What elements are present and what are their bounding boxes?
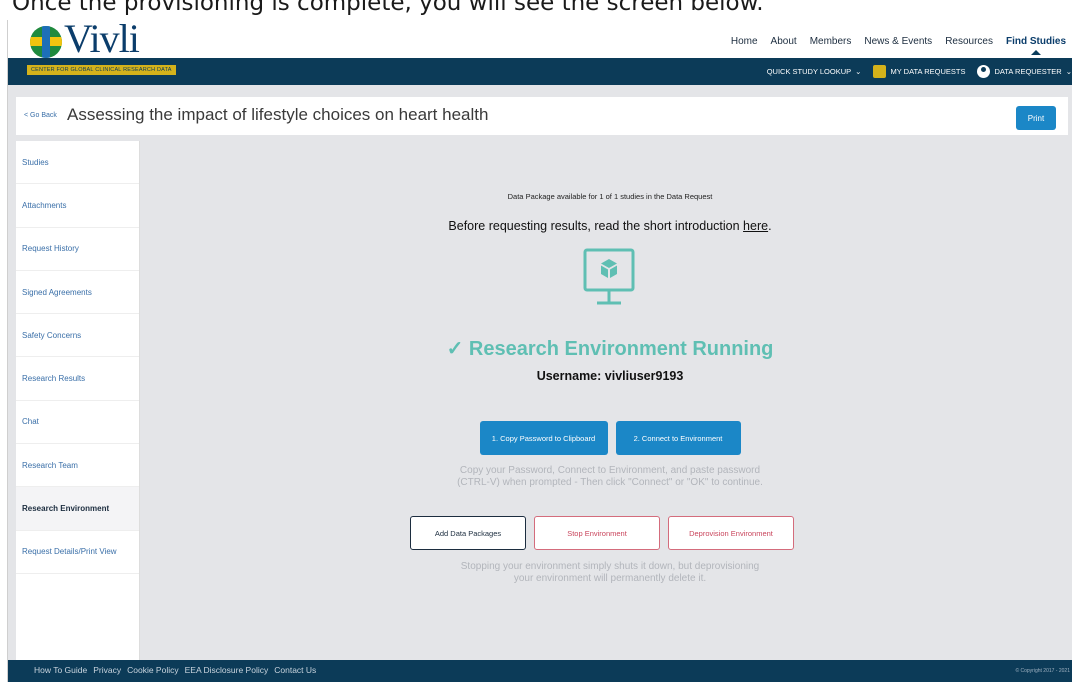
user-avatar-icon (977, 65, 991, 78)
requests-icon (873, 65, 887, 78)
tagline-badge: CENTER FOR GLOBAL CLINICAL RESEARCH DATA (27, 65, 176, 75)
footer-contact-us[interactable]: Contact Us (274, 665, 316, 675)
connect-instructions-line-2: (CTRL-V) when prompted - Then click "Con… (457, 477, 763, 488)
sub-nav: QUICK STUDY LOOKUP ⌄ MY DATA REQUESTS DA… (767, 65, 1072, 78)
data-package-availability: Data Package available for 1 of 1 studie… (507, 192, 713, 201)
quick-study-lookup-label: QUICK STUDY LOOKUP (766, 67, 852, 76)
window-edge (0, 20, 8, 682)
sidebar-item-research-environment[interactable]: Research Environment (16, 487, 139, 531)
main-panel: Data Package available for 1 of 1 studie… (148, 141, 1072, 660)
sidebar-item-request-history[interactable]: Request History (16, 228, 139, 271)
sidebar-item-request-details[interactable]: Request Details/Print View (16, 531, 139, 574)
add-data-packages-button[interactable]: Add Data Packages (410, 516, 526, 550)
connect-instructions: Copy your Password, Connect to Environme… (148, 465, 1072, 489)
top-nav: Home About Members News & Events Resourc… (731, 36, 1066, 55)
nav-find-studies[interactable]: Find Studies (1006, 36, 1066, 55)
sidebar-item-attachments[interactable]: Attachments (16, 184, 139, 228)
connect-button-row: 1. Copy Password to Clipboard 2. Connect… (148, 421, 1072, 455)
username-label: Username: vivliuser9193 (536, 369, 684, 383)
sidebar-item-signed-agreements[interactable]: Signed Agreements (16, 271, 139, 315)
top-header: Vivli Home About Members News & Events R… (8, 16, 1072, 61)
environment-status: ✓ Research Environment Running (446, 338, 774, 360)
stop-instructions-line-1: Stopping your environment simply shuts i… (460, 561, 760, 572)
intro-suffix: . (768, 219, 772, 233)
stop-instructions: Stopping your environment simply shuts i… (148, 561, 1072, 585)
nav-resources[interactable]: Resources (945, 36, 993, 47)
my-data-requests-label: MY DATA REQUESTS (890, 67, 966, 76)
nav-about[interactable]: About (771, 36, 797, 47)
chevron-down-icon: ⌄ (855, 67, 862, 76)
sidebar-item-research-results[interactable]: Research Results (16, 357, 139, 401)
footer: How To Guide Privacy Cookie Policy EEA D… (8, 660, 1072, 682)
monitor-icon (583, 248, 635, 305)
copyright-text: © Copyright 2017 - 2021 (1015, 668, 1070, 674)
chevron-down-icon: ⌄ (1065, 67, 1072, 76)
footer-how-to-guide[interactable]: How To Guide (34, 665, 87, 675)
quick-study-lookup-menu[interactable]: QUICK STUDY LOOKUP ⌄ (767, 67, 862, 76)
request-title-bar: < Go Back Assessing the impact of lifest… (16, 97, 1068, 135)
caption-text: Once the provisioning is complete, you w… (12, 0, 764, 16)
environment-actions-row: Add Data Packages Stop Environment Depro… (148, 516, 1072, 550)
footer-privacy[interactable]: Privacy (93, 665, 121, 675)
print-button[interactable]: Print (1016, 106, 1056, 130)
sidebar-item-chat[interactable]: Chat (16, 401, 139, 445)
sidebar-item-research-team[interactable]: Research Team (16, 444, 139, 488)
sidebar-item-safety-concerns[interactable]: Safety Concerns (16, 314, 139, 358)
footer-eea-disclosure[interactable]: EEA Disclosure Policy (185, 665, 269, 675)
intro-prefix: Before requesting results, read the shor… (448, 219, 744, 233)
vivli-logo[interactable]: Vivli (30, 16, 140, 61)
user-menu-label: DATA REQUESTER (994, 67, 1062, 76)
sidebar-item-studies[interactable]: Studies (16, 141, 139, 185)
connect-environment-button[interactable]: 2. Connect to Environment (615, 421, 741, 455)
connect-instructions-line-1: Copy your Password, Connect to Environme… (459, 465, 761, 476)
stop-instructions-line-2: your environment will permanently delete… (513, 573, 707, 584)
user-menu[interactable]: DATA REQUESTER ⌄ (977, 65, 1072, 78)
footer-links: How To Guide Privacy Cookie Policy EEA D… (34, 665, 316, 675)
copy-password-button[interactable]: 1. Copy Password to Clipboard (479, 421, 608, 455)
footer-cookie-policy[interactable]: Cookie Policy (127, 665, 179, 675)
my-data-requests-link[interactable]: MY DATA REQUESTS (873, 65, 965, 78)
request-sidebar: Studies Attachments Request History Sign… (16, 141, 140, 660)
deprovision-environment-button[interactable]: Deprovision Environment (668, 516, 794, 550)
page-title: Assessing the impact of lifestyle choice… (67, 105, 489, 124)
nav-news-events[interactable]: News & Events (864, 36, 932, 47)
nav-home[interactable]: Home (731, 36, 758, 47)
go-back-link[interactable]: < Go Back (24, 112, 57, 119)
stop-environment-button[interactable]: Stop Environment (534, 516, 660, 550)
nav-members[interactable]: Members (810, 36, 852, 47)
globe-logo-icon (30, 26, 62, 58)
intro-here-link[interactable]: here (743, 219, 768, 233)
sub-header-bar: CENTER FOR GLOBAL CLINICAL RESEARCH DATA… (8, 58, 1072, 85)
logo-text: Vivli (64, 16, 140, 61)
intro-text: Before requesting results, read the shor… (148, 219, 1072, 233)
app-body: < Go Back Assessing the impact of lifest… (8, 85, 1072, 660)
